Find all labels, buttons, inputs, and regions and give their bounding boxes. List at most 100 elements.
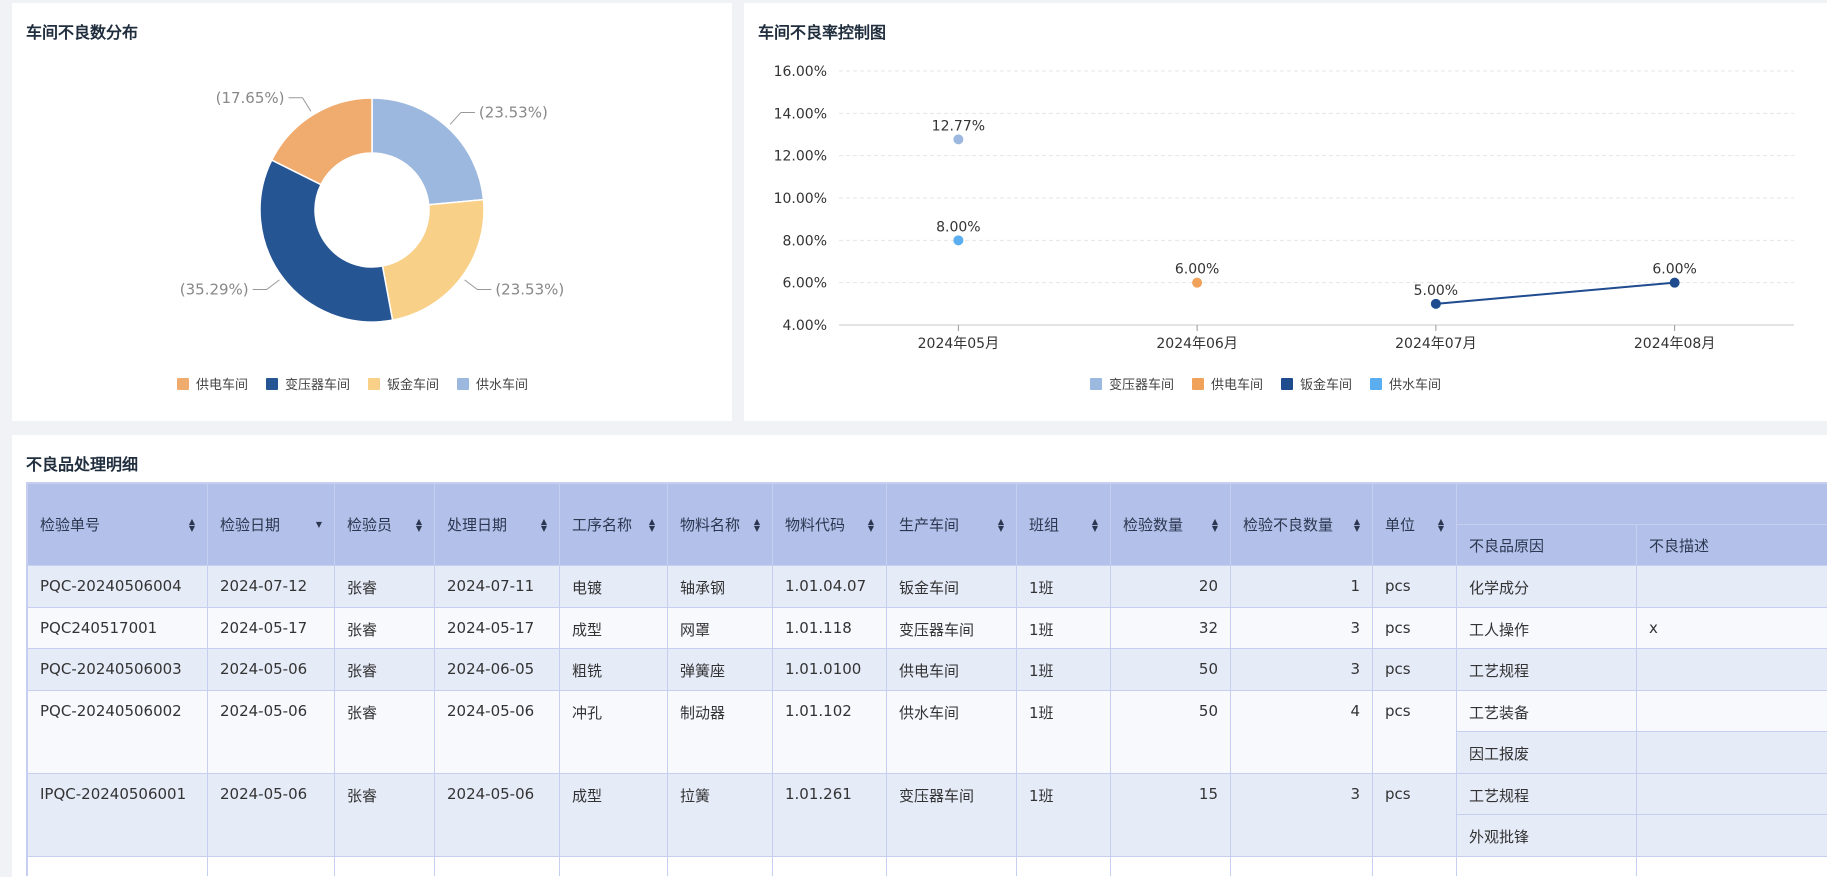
header-process-date[interactable]: 处理日期 ▲ ▼: [434, 483, 560, 566]
header-team[interactable]: 班组 ▲ ▼: [1016, 483, 1111, 566]
cell-desc: [1636, 772, 1827, 815]
sort-icon[interactable]: ▲ ▼: [189, 517, 195, 532]
sort-icon[interactable]: ▲ ▼: [868, 517, 874, 532]
cell-desc: [1636, 689, 1827, 732]
data-point[interactable]: [1430, 298, 1441, 309]
donut-slice-label: (35.29%): [180, 281, 249, 299]
legend-item[interactable]: 钣金车间: [1281, 374, 1352, 393]
empty-cell: [1372, 855, 1457, 876]
data-label: 6.00%: [1175, 262, 1219, 278]
empty-cell: [1110, 855, 1231, 876]
cell-inspector: 张睿: [334, 606, 435, 649]
legend-item[interactable]: 变压器车间: [266, 374, 350, 393]
header-unit[interactable]: 单位 ▲ ▼: [1372, 483, 1457, 566]
sort-icon[interactable]: ▲ ▼: [1354, 517, 1360, 532]
table-row[interactable]: PQC240517001 2024-05-17 张睿 2024-05-17 成型 网罩 1.…: [27, 606, 1827, 649]
cell-defect-qty: 1: [1230, 565, 1373, 608]
legend-item[interactable]: 钣金车间: [368, 374, 439, 393]
sort-icon[interactable]: ▲ ▼: [541, 517, 547, 532]
cell-process-name: 成型: [559, 772, 668, 857]
legend-item[interactable]: 供水车间: [1370, 374, 1441, 393]
sort-icon[interactable]: ▲ ▼: [1212, 517, 1218, 532]
donut-leader-line: [449, 111, 475, 125]
cell-desc: x: [1636, 606, 1827, 649]
sort-icon[interactable]: ▲ ▼: [416, 517, 422, 532]
y-tick-label: 4.00%: [783, 318, 827, 334]
cell-inspect-date: 2024-05-06: [207, 689, 335, 774]
donut-slice[interactable]: [371, 97, 485, 206]
sort-icon[interactable]: ▲ ▼: [998, 517, 1004, 532]
data-point[interactable]: [1669, 277, 1680, 288]
cell-workshop: 供水车间: [886, 689, 1017, 774]
x-tick-label: 2024年05月: [918, 336, 999, 352]
legend-item[interactable]: 变压器车间: [1090, 374, 1174, 393]
header-desc: 不良描述: [1636, 524, 1827, 566]
cell-inspect-qty: 15: [1110, 772, 1231, 857]
legend-item[interactable]: 供电车间: [1192, 374, 1263, 393]
y-tick-label: 16.00%: [774, 64, 827, 80]
cell-defect-qty: 3: [1230, 772, 1373, 857]
y-tick-label: 14.00%: [774, 106, 827, 122]
data-point[interactable]: [953, 235, 964, 246]
cell-process-name: 电镀: [559, 565, 668, 608]
header-workshop[interactable]: 生产车间 ▲ ▼: [886, 483, 1017, 566]
cell-process-name: 冲孔: [559, 689, 668, 774]
table-row[interactable]: PQC-20240506003 2024-05-06 张睿 2024-06-05 粗铣弹…: [27, 648, 1827, 691]
header-material-name[interactable]: 物料名称 ▲ ▼: [667, 483, 773, 566]
sort-desc-icon[interactable]: ▼: [316, 521, 322, 529]
sort-icon[interactable]: ▲ ▼: [754, 517, 760, 532]
legend-label: 变压器车间: [1109, 378, 1175, 393]
legend-label: 供水车间: [476, 378, 529, 393]
cell-material-name: 网罩: [667, 606, 773, 649]
cell-inspect-date: 2024-05-17: [207, 606, 335, 649]
sort-icon[interactable]: ▲ ▼: [649, 517, 655, 532]
empty-cell: [334, 855, 435, 876]
cell-material-code: 1.01.0100: [772, 648, 887, 691]
y-tick-label: 12.00%: [774, 149, 827, 165]
table-row[interactable]: IPQC-20240506001 2024-05-06 张睿 2024-05-06 成型…: [27, 772, 1827, 857]
cell-defect-qty: 4: [1230, 689, 1373, 774]
empty-cell: [1016, 855, 1111, 876]
legend-label: 钣金车间: [387, 378, 440, 393]
cell-material-name: 轴承钢: [667, 565, 773, 608]
legend-item[interactable]: 供水车间: [457, 374, 528, 393]
donut-slice[interactable]: [259, 159, 394, 323]
data-label: 12.77%: [932, 118, 985, 134]
header-inspect-qty[interactable]: 检验数量 ▲ ▼: [1110, 483, 1231, 566]
cell-desc: [1636, 565, 1827, 608]
cell-inspector: 张睿: [334, 689, 435, 774]
legend-swatch: [177, 377, 189, 390]
legend-item[interactable]: 供电车间: [177, 374, 248, 393]
data-label: 5.00%: [1414, 283, 1458, 299]
cell-order-no: IPQC-20240506001: [27, 772, 208, 857]
header-inspect-date[interactable]: 检验日期 ▼: [207, 483, 335, 566]
defect-rate-control-chart: 4.00% 6.00% 8.00% 10.00% 12.00% 14.00% 16.00% 2…: [774, 64, 1794, 352]
cell-inspector: 张睿: [334, 772, 435, 857]
header-order-no[interactable]: 检验单号 ▲ ▼: [27, 483, 208, 566]
table-row[interactable]: PQC-20240506002 2024-05-06 张睿 2024-05-06 冲孔制…: [27, 689, 1827, 774]
header-process-name[interactable]: 工序名称 ▲ ▼: [559, 483, 668, 566]
cell-team: 1班: [1016, 648, 1111, 691]
header-inspector[interactable]: 检验员 ▲ ▼: [334, 483, 435, 566]
cell-reason: 因工报废: [1456, 731, 1637, 774]
cell-inspect-qty: 32: [1110, 606, 1231, 649]
cell-inspect-qty: 50: [1110, 648, 1231, 691]
empty-cell: [27, 855, 208, 876]
header-material-code[interactable]: 物料代码 ▲ ▼: [772, 483, 887, 566]
table-row[interactable]: PQC-20240506004 2024-07-12 张睿 2024-07-11 电镀轴…: [27, 565, 1827, 608]
sort-icon[interactable]: ▲ ▼: [1438, 517, 1444, 532]
empty-cell: [434, 855, 560, 876]
control-legend: 变压器车间 供电车间 钣金车间 供水车间: [1090, 374, 1441, 393]
cell-order-no: PQC-20240506003: [27, 648, 208, 691]
data-point[interactable]: [1192, 277, 1203, 288]
legend-label: 供电车间: [1211, 378, 1264, 393]
empty-cell: [559, 855, 668, 876]
sort-icon[interactable]: ▲ ▼: [1092, 517, 1098, 532]
donut-slice[interactable]: [381, 198, 485, 321]
header-defect-qty[interactable]: 检验不良数量 ▲ ▼: [1230, 483, 1373, 566]
legend-swatch: [1370, 377, 1383, 390]
cell-team: 1班: [1016, 606, 1111, 649]
data-point[interactable]: [953, 134, 964, 145]
cell-desc: [1636, 814, 1827, 857]
cell-desc: [1636, 731, 1827, 774]
